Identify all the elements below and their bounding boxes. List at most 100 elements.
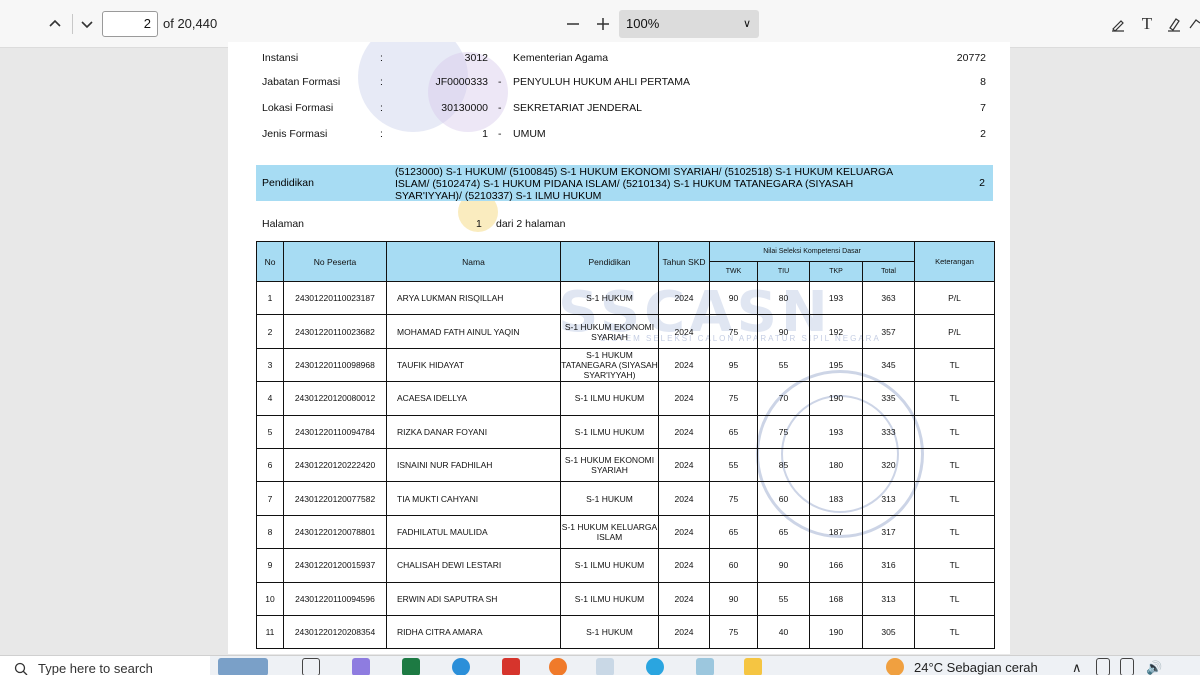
wps-icon[interactable] [502, 658, 520, 675]
table-row: 3 24301220110098968 TAUFIK HIDAYAT S-1 HUKU… [256, 347, 996, 383]
cell-tkp: 187 [809, 514, 863, 550]
cell-twk: 75 [709, 381, 758, 416]
previous-page-button[interactable] [44, 12, 66, 36]
battery-icon[interactable] [1120, 658, 1134, 675]
erase-button[interactable] [1188, 12, 1200, 36]
speaker-icon[interactable]: 🔊 [1146, 660, 1162, 675]
cell-tiu: 90 [757, 548, 810, 583]
cell-twk: 75 [709, 481, 758, 516]
header-code: 30130000 [441, 102, 488, 114]
cell-tahun: 2024 [658, 447, 710, 483]
cell-twk: 60 [709, 548, 758, 583]
cell-pendidikan: S-1 ILMU HUKUM [560, 548, 659, 583]
cell-no: 9 [256, 548, 284, 583]
zoom-out-button[interactable] [562, 12, 584, 36]
next-page-button[interactable] [76, 12, 98, 36]
cell-keterangan: TL [914, 447, 996, 483]
cell-tahun: 2024 [658, 514, 710, 550]
header-value: Kementerian Agama [513, 52, 609, 64]
header-code: 1 [482, 128, 488, 140]
header-dash: - [498, 76, 502, 88]
search-icon [14, 662, 28, 675]
cell-total: 313 [861, 581, 916, 616]
firefox-icon[interactable] [549, 658, 567, 675]
cell-tiu: 55 [757, 581, 810, 616]
cell-peserta: 24301220110094784 [283, 414, 387, 449]
table-row: 5 24301220110094784 RIZKA DANAR FOYANI S-1 … [256, 414, 996, 449]
halaman-label: Halaman [262, 218, 305, 230]
cell-pendidikan: S-1 HUKUM KELUARGA ISLAM [560, 514, 659, 550]
cell-twk: 65 [709, 514, 758, 550]
header-dash: - [498, 102, 502, 114]
eraser-icon [1189, 19, 1200, 29]
highlighter-icon [1168, 18, 1180, 32]
header-separator: : [380, 102, 383, 114]
header-separator: : [380, 128, 383, 140]
plus-icon [597, 18, 609, 30]
table-row: 1 24301220110023187 ARYA LUKMAN RISQILLAH S… [256, 280, 996, 316]
highlight-button[interactable] [1164, 12, 1184, 36]
pdf-page: SSCASN SISTEM SELEKSI CALON APARATUR SIP… [228, 42, 1010, 654]
excel-icon[interactable] [402, 658, 420, 675]
header-value: SEKRETARIAT JENDERAL [513, 102, 642, 114]
results-table: No No Peserta Nama Pendidikan Tahun SKD … [256, 241, 996, 650]
cell-no: 11 [256, 614, 284, 650]
pendidikan-text: (5123000) S-1 HUKUM/ (5100845) S-1 HUKUM… [395, 166, 893, 202]
cell-keterangan: TL [914, 581, 996, 616]
task-view-icon[interactable] [302, 658, 320, 675]
paint-icon[interactable] [696, 658, 714, 675]
widgets-icon[interactable] [218, 658, 268, 675]
cell-tiu: 70 [757, 381, 810, 416]
cell-tiu: 55 [757, 347, 810, 383]
cell-peserta: 24301220110023187 [283, 280, 387, 316]
header-count: 7 [980, 102, 986, 114]
cell-twk: 75 [709, 614, 758, 650]
header-count: 20772 [956, 52, 986, 64]
col-header-tahun: Tahun SKD [658, 241, 710, 282]
cell-no: 3 [256, 347, 284, 383]
header-label: Lokasi Formasi [262, 102, 334, 114]
pendidikan-label: Pendidikan [262, 177, 314, 189]
col-header-nama: Nama [386, 241, 561, 282]
toolbar-divider [72, 14, 73, 34]
chevron-down-icon [81, 21, 93, 29]
app-icon[interactable] [596, 658, 614, 675]
zoom-value: 100% [626, 16, 660, 31]
text-icon: T [1141, 14, 1153, 33]
zoom-select[interactable]: 100% ∨ [619, 10, 759, 38]
cell-peserta: 24301220120077582 [283, 481, 387, 516]
page-number-input[interactable]: 2 [102, 11, 158, 37]
cell-nama: MOHAMAD FATH AINUL YAQIN [386, 314, 561, 349]
cell-keterangan: P/L [914, 314, 996, 349]
zoom-in-button[interactable] [592, 12, 614, 36]
cell-no: 5 [256, 414, 284, 449]
weather-icon[interactable] [886, 658, 904, 675]
cell-keterangan: P/L [914, 280, 996, 316]
header-count: 2 [980, 128, 986, 140]
cell-pendidikan: S-1 ILMU HUKUM [560, 381, 659, 416]
copilot-icon[interactable] [352, 658, 370, 675]
network-icon[interactable] [1096, 658, 1110, 675]
chevron-up-icon[interactable]: ∧ [1072, 660, 1082, 675]
halaman-total: dari 2 halaman [496, 218, 566, 230]
cell-tkp: 168 [809, 581, 863, 616]
cell-total: 316 [861, 548, 916, 583]
search-placeholder: Type here to search [38, 661, 153, 675]
table-row: 8 24301220120078801 FADHILATUL MAULIDA S-1 … [256, 514, 996, 550]
add-text-button[interactable]: T [1137, 12, 1157, 36]
edge-icon[interactable] [452, 658, 470, 675]
minus-icon [567, 23, 579, 25]
draw-button[interactable] [1108, 12, 1128, 36]
cell-total: 357 [861, 314, 916, 349]
cell-total: 335 [861, 381, 916, 416]
cell-pendidikan: S-1 HUKUM [560, 280, 659, 316]
header-count: 8 [980, 76, 986, 88]
cell-pendidikan: S-1 HUKUM [560, 481, 659, 516]
cell-no: 6 [256, 447, 284, 483]
taskbar-search[interactable]: Type here to search [0, 656, 210, 675]
telegram-icon[interactable] [646, 658, 664, 675]
cell-tahun: 2024 [658, 548, 710, 583]
cell-pendidikan: S-1 HUKUM EKONOMI SYARIAH [560, 314, 659, 349]
file-explorer-icon[interactable] [744, 658, 762, 675]
col-header-nilai: Nilai Seleksi Kompetensi Dasar [708, 241, 916, 262]
